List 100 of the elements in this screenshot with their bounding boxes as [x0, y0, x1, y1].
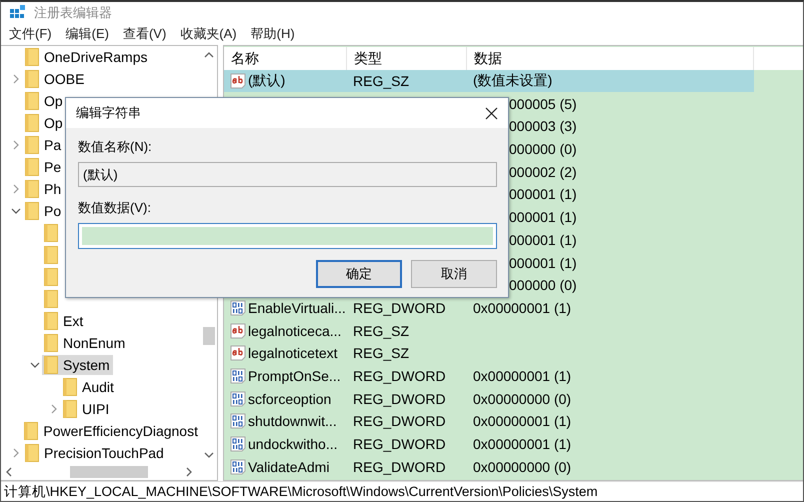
- tree-item[interactable]: Op: [23, 113, 66, 133]
- menu-item[interactable]: 文件(F): [9, 25, 52, 43]
- folder-icon: [24, 422, 38, 440]
- value-name: undockwitho...: [248, 436, 338, 452]
- folder-icon: [63, 400, 77, 418]
- scroll-up-icon[interactable]: [204, 51, 214, 58]
- value-data: 0x00000001 (1): [473, 436, 572, 452]
- cancel-button[interactable]: 取消: [411, 260, 497, 288]
- value-row[interactable]: shutdownwit... REG_DWORD 0x00000001 (1): [224, 410, 754, 432]
- value-type: REG_DWORD: [353, 413, 446, 430]
- folder-icon: [25, 114, 39, 132]
- tree-item[interactable]: UIPI: [61, 399, 112, 419]
- value-row[interactable]: legalnoticetext REG_SZ: [224, 342, 754, 364]
- menu-item[interactable]: 帮助(H): [250, 25, 295, 43]
- value-row[interactable]: ValidateAdmi REG_DWORD 0x00000000 (0): [224, 456, 754, 478]
- value-data: 0x00000000 (0): [473, 458, 572, 475]
- value-data-field[interactable]: [78, 223, 497, 249]
- tree-item[interactable]: OOBE: [23, 69, 88, 89]
- value-type: REG_DWORD: [353, 390, 446, 407]
- tree-item[interactable]: PowerEfficiencyDiagnost: [22, 421, 201, 441]
- value-data: 000001 (1): [509, 209, 577, 226]
- app-icon: [10, 4, 26, 20]
- folder-icon: [44, 334, 58, 352]
- folder-icon: [63, 378, 77, 396]
- value-data: (数值未设置): [473, 72, 552, 90]
- folder-icon: [25, 48, 39, 66]
- folder-icon: [25, 202, 39, 220]
- field-label: 数值名称(N):: [78, 138, 153, 156]
- value-type: REG_DWORD: [353, 368, 446, 384]
- value-row[interactable]: PromptOnSe... REG_DWORD 0x00000001 (1): [224, 364, 754, 387]
- folder-icon: [25, 158, 39, 176]
- value-name: (默认): [248, 72, 286, 90]
- value-type: REG_DWORD: [353, 300, 446, 316]
- value-name: ValidateAdmi: [248, 458, 330, 475]
- binary-value-icon: [230, 390, 246, 407]
- binary-value-icon: [230, 436, 246, 452]
- binary-value-icon: [230, 413, 246, 430]
- scroll-right-icon[interactable]: [186, 467, 193, 477]
- tree-item[interactable]: Op: [23, 91, 66, 111]
- scroll-down-icon[interactable]: [204, 452, 214, 459]
- value-name-field[interactable]: (默认): [78, 162, 497, 187]
- scrollbar-thumb[interactable]: [203, 327, 215, 345]
- value-type: REG_SZ: [353, 73, 410, 89]
- value-data: 000005 (5): [509, 96, 577, 112]
- ok-button[interactable]: 确定: [316, 260, 402, 288]
- value-name: EnableVirtuali...: [248, 300, 346, 316]
- status-path: 计算机\HKEY_LOCAL_MACHINE\SOFTWARE\Microsoft\Windows\CurrentVersion\Policies\System: [4, 482, 598, 500]
- tree-item[interactable]: NonEnum: [42, 333, 128, 353]
- value-type: REG_DWORD: [353, 458, 446, 475]
- tree-item[interactable]: Ph: [23, 179, 64, 199]
- scroll-left-icon[interactable]: [5, 467, 12, 477]
- folder-icon: [44, 312, 58, 330]
- value-name: legalnoticeca...: [248, 322, 342, 339]
- string-value-icon: [230, 73, 246, 89]
- menu-item[interactable]: 查看(V): [122, 25, 166, 43]
- value-name: legalnoticetext: [248, 345, 338, 362]
- value-data: 000003 (3): [509, 118, 577, 134]
- folder-icon: [25, 444, 39, 462]
- value-row[interactable]: (默认) REG_SZ (数值未设置): [224, 70, 754, 92]
- folder-icon: [25, 92, 39, 110]
- string-value-icon: [230, 345, 246, 362]
- value-name: shutdownwit...: [248, 413, 337, 430]
- value-data: 000000 (0): [509, 141, 577, 158]
- value-data: 0x00000001 (1): [473, 413, 572, 430]
- binary-value-icon: [230, 458, 246, 475]
- folder-icon: [25, 70, 39, 88]
- tree-item[interactable]: Pa: [23, 135, 64, 155]
- tree-item[interactable]: Pe: [23, 157, 64, 177]
- value-row[interactable]: undockwitho... REG_DWORD 0x00000001 (1): [224, 433, 754, 455]
- scrollbar-thumb[interactable]: [70, 466, 148, 478]
- tree-item[interactable]: Ext: [42, 311, 86, 331]
- tree-item[interactable]: Po: [23, 201, 64, 221]
- value-type: REG_SZ: [353, 345, 410, 362]
- string-value-icon: [230, 322, 246, 339]
- value-type: REG_SZ: [353, 322, 410, 339]
- menu-item[interactable]: 编辑(E): [66, 25, 109, 43]
- menu-item[interactable]: 收藏夹(A): [180, 25, 237, 43]
- value-row[interactable]: EnableVirtuali... REG_DWORD 0x00000001 (1): [224, 296, 754, 319]
- binary-value-icon: [230, 368, 246, 384]
- window-title: 注册表编辑器: [34, 4, 112, 22]
- tree-item[interactable]: Audit: [61, 377, 117, 397]
- folder-icon: [25, 136, 39, 154]
- tree-item[interactable]: System: [42, 355, 113, 375]
- tree-item[interactable]: OneDriveRamps: [23, 47, 150, 67]
- dialog-title: 编辑字符串: [76, 104, 141, 122]
- folder-icon: [25, 180, 39, 198]
- value-data: 0x00000000 (0): [473, 390, 572, 407]
- value-row[interactable]: scforceoption REG_DWORD 0x00000000 (0): [224, 388, 754, 410]
- value-data: 000000 (0): [509, 277, 577, 294]
- field-label: 数值数据(V):: [78, 199, 152, 217]
- value-type: REG_DWORD: [353, 436, 446, 452]
- close-icon[interactable]: [485, 106, 498, 120]
- value-data: 000001 (1): [509, 232, 577, 248]
- value-data: 000001 (1): [509, 186, 577, 202]
- value-data: 0x00000001 (1): [473, 368, 572, 384]
- value-data: 0x00000001 (1): [473, 300, 572, 316]
- value-name: PromptOnSe...: [248, 368, 341, 384]
- folder-icon: [44, 356, 58, 374]
- tree-item[interactable]: PrecisionTouchPad: [23, 443, 167, 463]
- value-row[interactable]: legalnoticeca... REG_SZ: [224, 320, 754, 342]
